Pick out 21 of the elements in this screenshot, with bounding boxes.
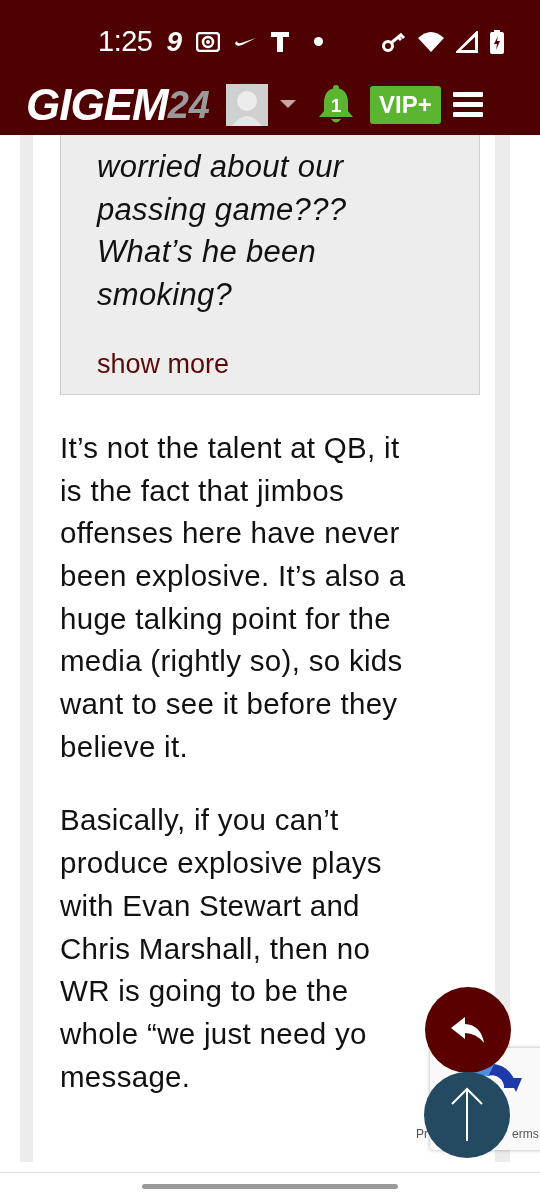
key-icon bbox=[382, 31, 406, 52]
quote-text: worried about our passing game??? What’s he been smoking? bbox=[97, 148, 348, 315]
camera-icon bbox=[196, 31, 221, 52]
site-logo[interactable]: GIGEM bbox=[26, 83, 168, 127]
post-paragraph: Basically, if you can’t produce explosive plays with Evan Stewart and Chris Marshall, then no WR is going to be the whole “we just need yo message. bbox=[60, 802, 382, 1095]
privacy-link[interactable]: Pr bbox=[416, 1127, 428, 1141]
caret-icon[interactable] bbox=[279, 100, 296, 110]
menu-icon[interactable] bbox=[452, 92, 483, 118]
t-icon bbox=[270, 30, 291, 53]
reply-icon bbox=[450, 1016, 486, 1044]
notification-icon: 9 bbox=[166, 25, 183, 58]
terms-link[interactable]: erms bbox=[512, 1127, 539, 1141]
battery-icon bbox=[490, 29, 504, 54]
bell-icon[interactable] bbox=[317, 85, 354, 125]
post-paragraph: It’s not the talent at QB, it is the fact that jimbos offenses here have never been explosive. It’s also a huge talking point for the media (rightly so), so kids want to see it before they believe it. bbox=[60, 429, 406, 765]
up-arrow-icon bbox=[450, 1087, 484, 1143]
wifi-icon bbox=[418, 30, 444, 53]
show-more-link[interactable]: show more bbox=[97, 348, 230, 380]
status-time: 1:25 bbox=[98, 25, 153, 58]
notification-count: 1 bbox=[329, 95, 342, 117]
signal-icon bbox=[456, 30, 478, 53]
